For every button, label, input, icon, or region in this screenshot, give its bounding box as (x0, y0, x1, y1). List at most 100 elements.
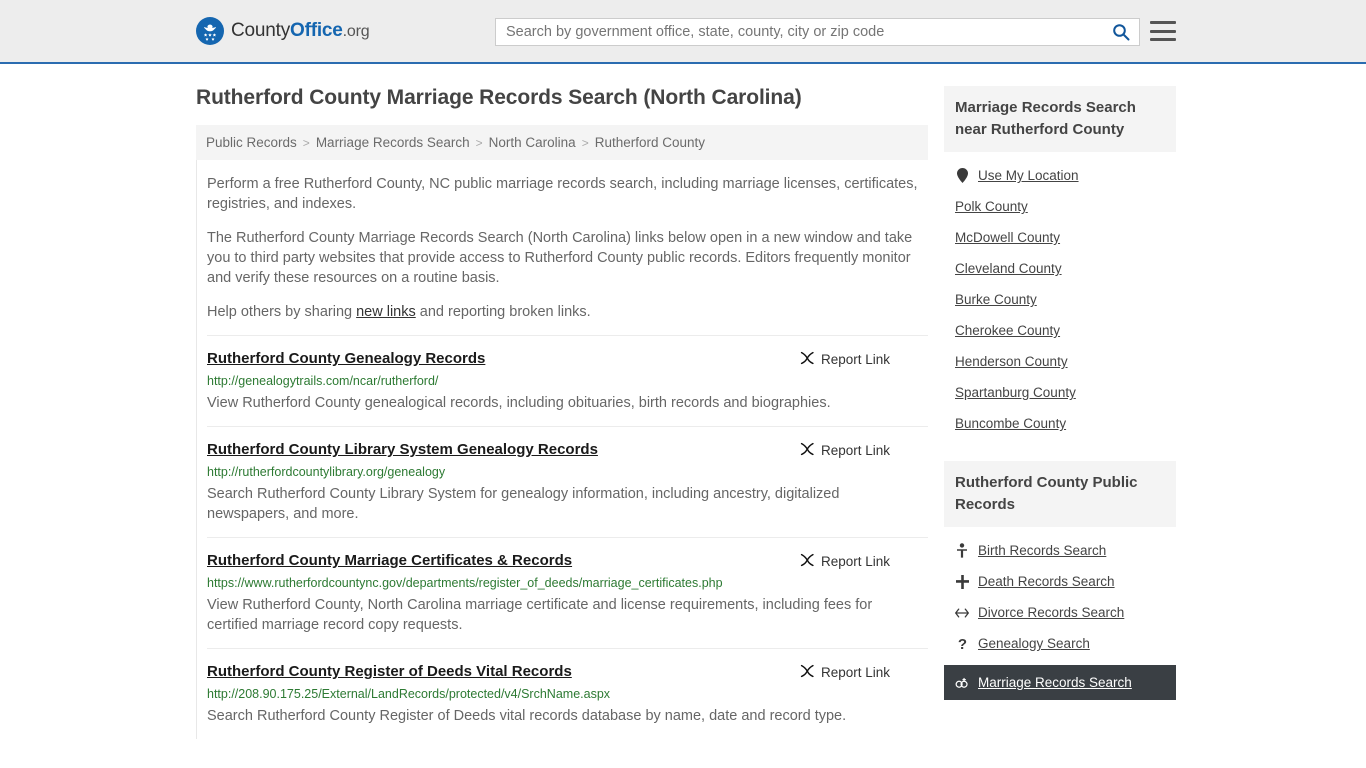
main-content: Rutherford County Marriage Records Searc… (196, 86, 928, 739)
site-logo[interactable]: CountyOffice.org (196, 17, 370, 45)
nearby-county-link[interactable]: Henderson County (955, 354, 1068, 369)
sidebar-nearby-title: Marriage Records Search near Rutherford … (944, 86, 1176, 152)
result-title-link[interactable]: Rutherford County Library System Genealo… (207, 441, 598, 459)
nearby-county-link[interactable]: Spartanburg County (955, 385, 1076, 400)
breadcrumb-separator: > (302, 135, 310, 150)
sidebar-item-birth-records-search[interactable]: Birth Records Search (944, 535, 1176, 566)
broken-link-icon (800, 553, 815, 570)
breadcrumb-separator: > (475, 135, 483, 150)
public-records-link[interactable]: Birth Records Search (978, 543, 1106, 558)
breadcrumb-item-marriage-records-search[interactable]: Marriage Records Search (316, 135, 470, 150)
public-records-link[interactable]: Marriage Records Search (978, 675, 1132, 690)
nearby-county-link[interactable]: Polk County (955, 199, 1028, 214)
report-link-button[interactable]: Report Link (800, 351, 890, 368)
search-icon (1113, 24, 1130, 41)
interlocking-rings-icon (955, 677, 969, 689)
result-item: Rutherford County Library System Genealo… (207, 426, 928, 537)
intro-text-after-link: and reporting broken links. (415, 304, 591, 320)
search-input[interactable] (496, 19, 1103, 45)
breadcrumb-item-rutherford-county[interactable]: Rutherford County (595, 135, 705, 150)
broken-link-icon (800, 664, 815, 681)
use-my-location-link[interactable]: Use My Location (978, 168, 1079, 183)
content-body: Perform a free Rutherford County, NC pub… (196, 160, 928, 739)
sidebar-public-records-list: Birth Records Search Death Records Search… (944, 527, 1176, 700)
result-header: Rutherford County Genealogy Records Repor… (207, 350, 928, 368)
hamburger-bar (1150, 21, 1176, 24)
sidebar-item-nearby-county[interactable]: Henderson County (944, 346, 1176, 377)
public-records-link[interactable]: Death Records Search (978, 574, 1115, 589)
sidebar-item-divorce-records-search[interactable]: Divorce Records Search (944, 597, 1176, 628)
result-header: Rutherford County Marriage Certificates … (207, 552, 928, 570)
sidebar-item-nearby-county[interactable]: Polk County (944, 191, 1176, 222)
result-description: Search Rutherford County Library System … (207, 486, 840, 522)
sidebar-item-death-records-search[interactable]: Death Records Search (944, 566, 1176, 597)
page-container: Rutherford County Marriage Records Searc… (0, 64, 1366, 739)
brand-part-org: .org (342, 23, 370, 40)
nearby-county-link[interactable]: Cleveland County (955, 261, 1062, 276)
cross-icon (955, 574, 969, 589)
hamburger-menu-icon[interactable] (1150, 19, 1176, 43)
result-description: Search Rutherford County Register of Dee… (207, 708, 847, 724)
sidebar: Marriage Records Search near Rutherford … (944, 86, 1176, 739)
sidebar-public-records-title: Rutherford County Public Records (944, 461, 1176, 527)
sidebar-item-use-my-location[interactable]: Use My Location (944, 160, 1176, 191)
report-link-label: Report Link (820, 554, 890, 569)
sidebar-item-nearby-county[interactable]: Buncombe County (944, 408, 1176, 439)
brand-part-office: Office (290, 20, 343, 41)
report-link-label: Report Link (820, 352, 890, 367)
intro-text: Perform a free Rutherford County, NC pub… (207, 174, 928, 322)
brand-wordmark: CountyOffice.org (231, 20, 370, 42)
sidebar-nearby-list: Use My Location Polk County McDowell Coun… (944, 152, 1176, 439)
intro-paragraph-2: The Rutherford County Marriage Records S… (207, 230, 913, 286)
broken-link-icon (800, 351, 815, 368)
result-title-link[interactable]: Rutherford County Marriage Certificates … (207, 552, 572, 570)
result-url[interactable]: http://rutherfordcountylibrary.org/genea… (207, 465, 928, 480)
report-link-button[interactable]: Report Link (800, 664, 890, 681)
breadcrumb: Public Records > Marriage Records Search… (196, 125, 928, 160)
public-records-link[interactable]: Divorce Records Search (978, 605, 1124, 620)
result-url[interactable]: http://genealogytrails.com/ncar/rutherfo… (207, 374, 928, 389)
nearby-county-link[interactable]: Burke County (955, 292, 1037, 307)
nearby-county-link[interactable]: Buncombe County (955, 416, 1066, 431)
search-button[interactable] (1103, 19, 1139, 45)
nearby-county-link[interactable]: Cherokee County (955, 323, 1060, 338)
sidebar-item-genealogy-search[interactable]: ? Genealogy Search (944, 628, 1176, 659)
nearby-county-list: Polk County McDowell County Cleveland Coun… (944, 191, 1176, 439)
intro-paragraph-3: Help others by sharing new links and rep… (207, 302, 928, 322)
sidebar-item-nearby-county[interactable]: Spartanburg County (944, 377, 1176, 408)
new-links-link[interactable]: new links (356, 304, 416, 320)
hamburger-bar (1150, 38, 1176, 41)
intro-text-before-link: Help others by sharing (207, 304, 357, 320)
sidebar-item-marriage-records-search[interactable]: Marriage Records Search (944, 665, 1176, 700)
results-list: Rutherford County Genealogy Records Repor… (207, 335, 928, 739)
report-link-button[interactable]: Report Link (800, 442, 890, 459)
baby-icon (955, 543, 969, 558)
result-header: Rutherford County Register of Deeds Vita… (207, 663, 928, 681)
sidebar-item-nearby-county[interactable]: McDowell County (944, 222, 1176, 253)
sidebar-public-records-block: Rutherford County Public Records Birth R… (944, 461, 1176, 700)
breadcrumb-item-public-records[interactable]: Public Records (206, 135, 297, 150)
double-arrow-icon (955, 607, 969, 619)
result-title-link[interactable]: Rutherford County Register of Deeds Vita… (207, 663, 572, 681)
report-link-label: Report Link (820, 443, 890, 458)
map-pin-icon (955, 168, 969, 183)
search-bar[interactable] (495, 18, 1140, 46)
result-url[interactable]: http://208.90.175.25/External/LandRecord… (207, 687, 928, 702)
nearby-county-link[interactable]: McDowell County (955, 230, 1060, 245)
intro-paragraph-1: Perform a free Rutherford County, NC pub… (207, 176, 918, 212)
result-item: Rutherford County Genealogy Records Repor… (207, 335, 928, 426)
sidebar-item-nearby-county[interactable]: Cleveland County (944, 253, 1176, 284)
breadcrumb-separator: > (581, 135, 589, 150)
page-title: Rutherford County Marriage Records Searc… (196, 86, 802, 109)
breadcrumb-item-north-carolina[interactable]: North Carolina (489, 135, 576, 150)
report-link-button[interactable]: Report Link (800, 553, 890, 570)
broken-link-icon (800, 442, 815, 459)
sidebar-item-nearby-county[interactable]: Burke County (944, 284, 1176, 315)
question-mark-icon: ? (955, 636, 969, 651)
eagle-seal-icon (196, 17, 224, 45)
result-title-link[interactable]: Rutherford County Genealogy Records (207, 350, 485, 368)
result-url[interactable]: https://www.rutherfordcountync.gov/depar… (207, 576, 928, 591)
sidebar-item-nearby-county[interactable]: Cherokee County (944, 315, 1176, 346)
public-records-link[interactable]: Genealogy Search (978, 636, 1090, 651)
hamburger-bar (1150, 29, 1176, 33)
